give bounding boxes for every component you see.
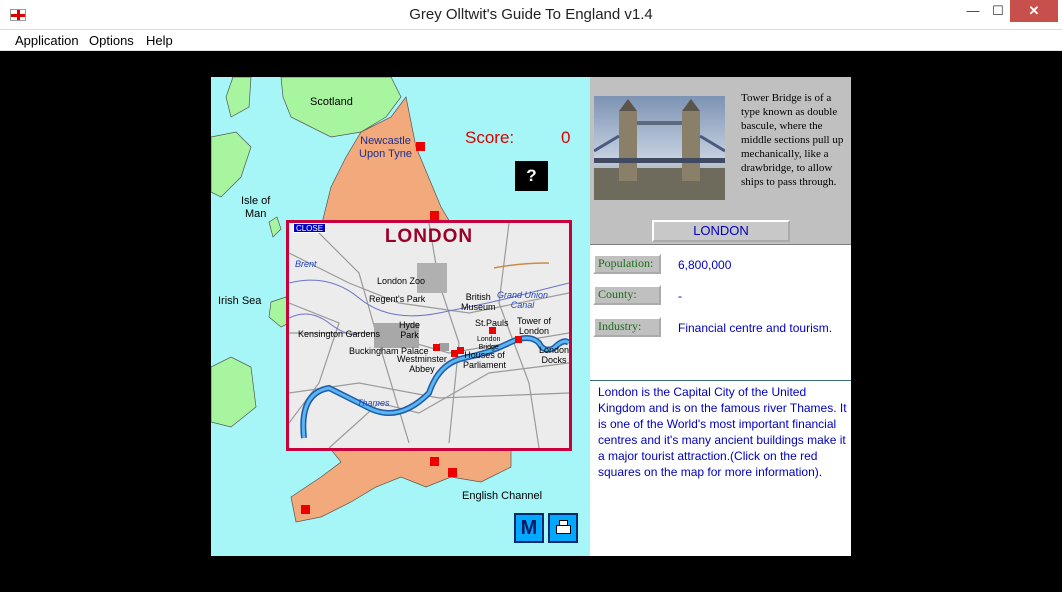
description-section: London is the Capital City of the United… — [590, 382, 851, 556]
marker-st-pauls[interactable] — [489, 327, 496, 334]
help-button[interactable]: ? — [515, 161, 548, 191]
menu-help[interactable]: Help — [146, 33, 173, 48]
county-value: - — [678, 289, 682, 303]
population-value: 6,800,000 — [678, 258, 732, 272]
marker-location[interactable] — [430, 211, 439, 220]
label-houses-of-parliament: Houses of Parliament — [463, 350, 507, 370]
score-value: 0 — [561, 128, 571, 147]
info-panel: Tower Bridge is of a type known as doubl… — [590, 77, 851, 556]
industry-button[interactable]: Industry: — [593, 317, 661, 337]
city-name-button[interactable]: LONDON — [652, 220, 790, 242]
label-brent: Brent — [295, 259, 317, 269]
label-isle-of-man: Isle of Man — [241, 195, 271, 220]
marker-tower-of-london[interactable] — [515, 336, 522, 343]
menu-options[interactable]: Options — [89, 33, 134, 48]
menu-application[interactable]: Application — [15, 33, 79, 48]
city-description: London is the Capital City of the United… — [598, 385, 847, 479]
minimize-button[interactable]: — — [960, 0, 986, 22]
marker-buckingham-palace[interactable] — [433, 344, 440, 351]
map-button[interactable]: M — [514, 513, 544, 543]
marker-location[interactable] — [448, 468, 457, 477]
maximize-button[interactable]: ☐ — [986, 0, 1010, 22]
inset-title: LONDON — [384, 226, 474, 247]
photo-caption: Tower Bridge is of a type known as doubl… — [741, 92, 844, 188]
label-scotland: Scotland — [310, 96, 353, 108]
label-tower-of-london: Tower of London — [517, 316, 552, 336]
population-button[interactable]: Population: — [593, 254, 661, 274]
label-irish-sea: Irish Sea — [218, 295, 262, 307]
marker-location[interactable] — [430, 457, 439, 466]
photo-section: Tower Bridge is of a type known as doubl… — [590, 77, 851, 245]
label-english-channel: English Channel — [462, 490, 543, 502]
label-british-museum: British Museum — [461, 292, 496, 312]
window-title: Grey Olltwit's Guide To England v1.4 — [409, 6, 653, 23]
close-window-button[interactable]: ✕ — [1010, 0, 1058, 22]
title-bar: Grey Olltwit's Guide To England v1.4 — ☐… — [0, 0, 1062, 30]
menu-bar: Application Options Help — [0, 30, 1062, 51]
facts-section: Population: 6,800,000 County: - Industry… — [590, 246, 851, 381]
label-kensington-gardens: Kensington Gardens — [298, 329, 381, 339]
marker-location[interactable] — [301, 505, 310, 514]
county-button[interactable]: County: — [593, 285, 661, 305]
industry-value: Financial centre and tourism. — [678, 321, 833, 335]
label-london-docks: London Docks — [539, 345, 570, 365]
label-newcastle: Newcastle Upon Tyne — [359, 135, 413, 160]
marker-newcastle[interactable] — [416, 142, 425, 151]
printer-icon — [556, 525, 571, 534]
label-london-zoo: London Zoo — [377, 276, 426, 286]
label-regents-park: Regent's Park — [369, 294, 426, 304]
marker-parliament[interactable] — [457, 347, 464, 354]
london-inset-map: CLOSE LONDON Brent London Zoo Regent's P… — [286, 220, 572, 451]
print-button[interactable] — [548, 513, 578, 543]
label-hyde-park: Hyde Park — [399, 320, 421, 340]
label-westminster-abbey: Westminster Abbey — [397, 354, 447, 374]
tower-bridge-photo — [594, 96, 725, 200]
score-label: Score: — [465, 128, 515, 147]
label-grand-union-canal: Grand Union Canal — [497, 290, 549, 310]
label-thames: Thames — [357, 398, 390, 408]
